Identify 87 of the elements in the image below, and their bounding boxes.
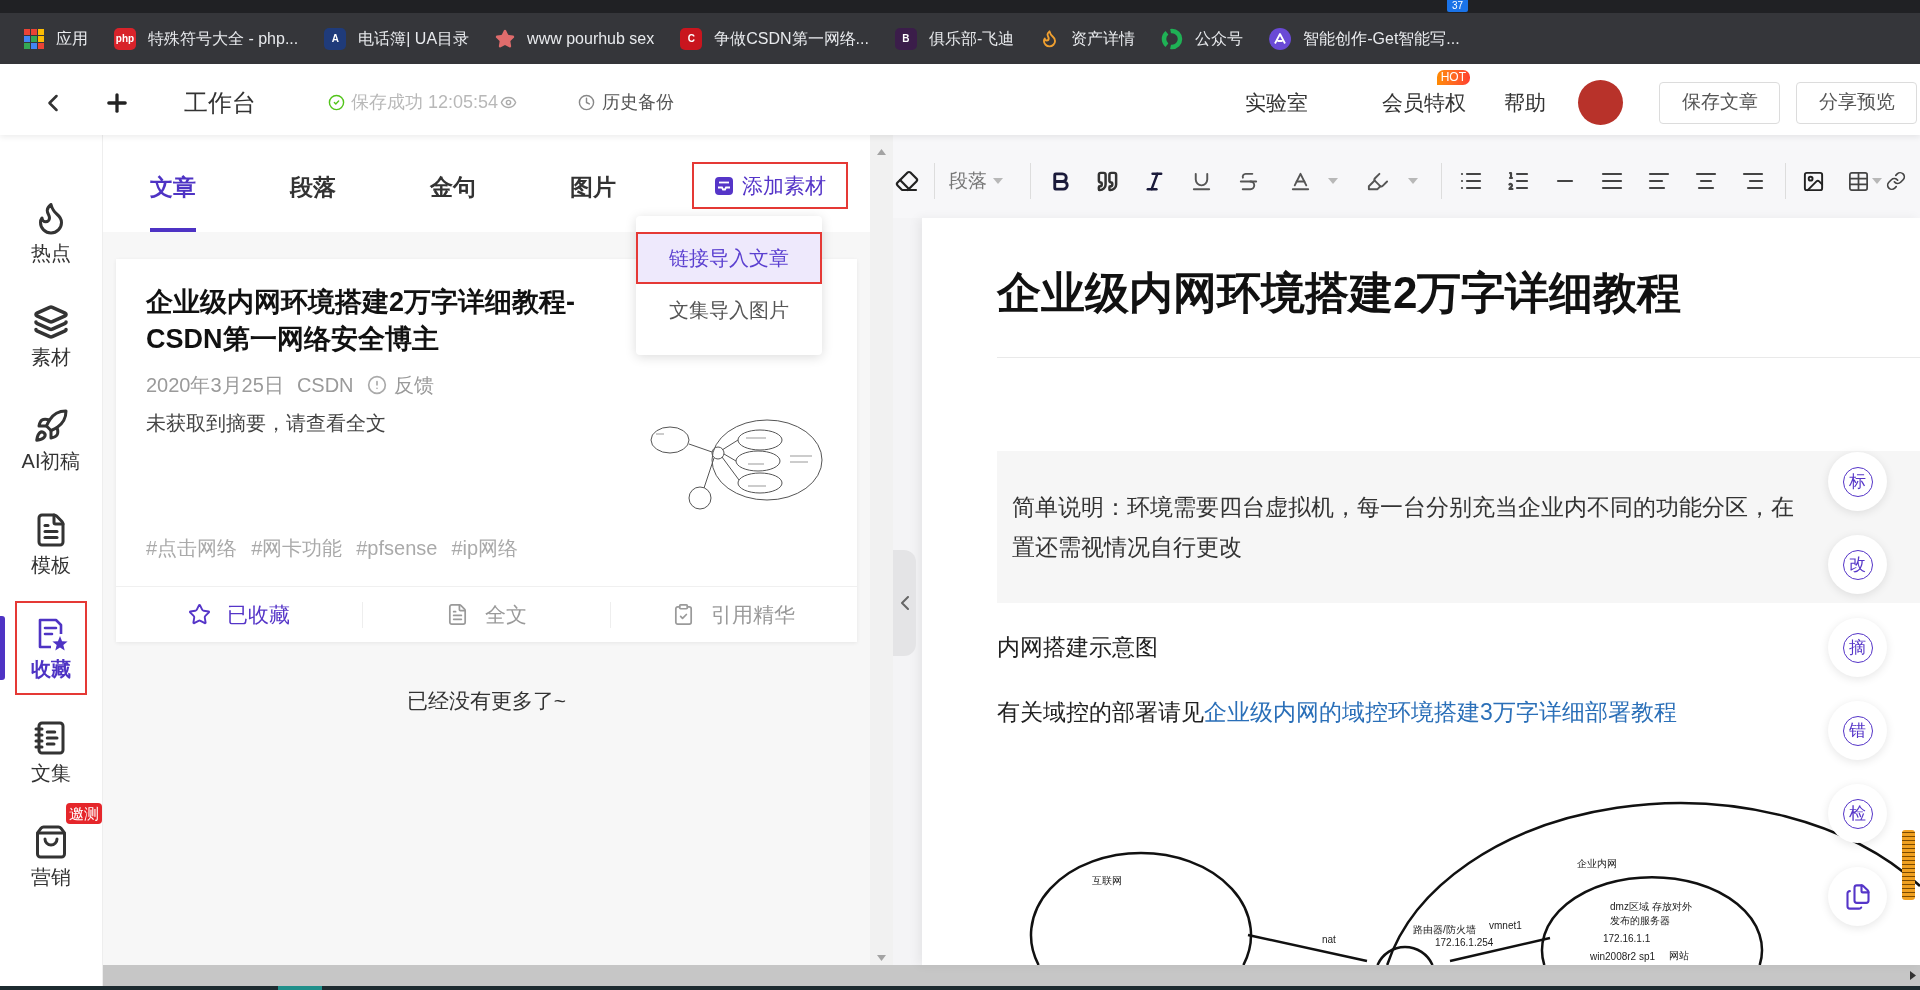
tab-count-badge: 37 <box>1447 0 1469 12</box>
site-logo: C <box>680 27 703 50</box>
diagram-label: dmz区域 <box>1610 900 1649 912</box>
site-logo: B <box>894 27 917 50</box>
site-logo: A <box>324 27 347 50</box>
add-material-button[interactable]: 添加素材 <box>692 162 848 209</box>
bookmark-link[interactable]: 智能创作-Get智能写... <box>1269 26 1460 51</box>
image-icon[interactable] <box>1802 169 1825 193</box>
eraser-icon[interactable] <box>895 169 919 193</box>
link-icon[interactable] <box>1886 171 1906 191</box>
tab[interactable]: 段落 <box>290 135 336 232</box>
diagram-label: 网站 <box>1669 949 1689 961</box>
bookmark-link[interactable]: C 争做CSDN第一网络... <box>680 26 869 51</box>
date-text: 2020年3月25日 <box>146 373 284 398</box>
caret-icon <box>993 178 1003 184</box>
bag-icon <box>33 823 69 860</box>
star-icon <box>495 28 516 49</box>
bookmark-link[interactable]: 资产详情 <box>1040 26 1136 51</box>
collapse-handle[interactable] <box>893 550 916 656</box>
history-button[interactable]: 历史备份 <box>578 89 675 116</box>
nav-link[interactable]: 帮助 <box>1504 86 1546 119</box>
diagram-label: 发布的服务器 <box>1610 914 1670 926</box>
sidebar-item[interactable]: AI初稿 <box>15 393 87 487</box>
bookmark-link[interactable]: 公众号 <box>1161 26 1244 51</box>
block-format-dropdown[interactable]: 段落 <box>949 166 1003 196</box>
check-circle-icon <box>328 94 345 111</box>
selection-indicator <box>0 616 5 680</box>
diagram-label: vmnet1 <box>1489 919 1522 931</box>
note-text: 简单说明：环境需要四台虚拟机，每一台分别充当企业内不同的功能分区，在 置还需视情况自行更改 <box>1012 493 1794 562</box>
diagram-label: 存放对外 <box>1652 900 1692 912</box>
site-logo: php <box>114 27 136 50</box>
avatar[interactable] <box>1578 80 1623 125</box>
bookmark-link[interactable]: A 电话簿| UA目录 <box>324 26 470 51</box>
summary-text: 未获取到摘要，请查看全文 <box>146 411 386 436</box>
nav-link[interactable]: 会员特权 <box>1382 86 1466 119</box>
header-button[interactable]: 分享预览 <box>1796 81 1917 124</box>
invite-badge: 邀测 <box>66 803 102 824</box>
diagram-label: nat <box>1322 933 1336 945</box>
card-title: 企业级内网环境搭建2万字详细教程- CSDN第一网络安全博主 <box>146 286 575 356</box>
peak-logo-icon <box>1269 27 1292 50</box>
scroll-right-icon[interactable] <box>1910 971 1916 980</box>
star-icon <box>188 603 212 626</box>
tab[interactable]: 图片 <box>570 135 616 232</box>
diagram-label: 172.16.1.254 <box>1435 936 1494 948</box>
tab[interactable]: 金句 <box>430 135 476 232</box>
tray-icon <box>714 175 734 196</box>
diagram-label: 路由器/防火墙 <box>1413 923 1476 935</box>
save-status: 保存成功 12:05:54 <box>351 91 499 114</box>
nav-link[interactable]: 实验室 <box>1245 86 1308 119</box>
table-icon[interactable] <box>1847 169 1870 193</box>
chevron-left-icon <box>900 596 909 610</box>
menu-item[interactable]: 链接导入文章 <box>636 232 822 284</box>
diagram-label: 企业内网 <box>1577 857 1617 869</box>
menu-item[interactable]: 文集导入图片 <box>636 284 822 336</box>
rocket-icon <box>33 407 69 444</box>
scroll-thumb[interactable] <box>1902 830 1915 900</box>
numbered-list-icon[interactable] <box>1505 169 1530 193</box>
document-title: 企业级内网环境搭建2万字详细教程 <box>997 267 1682 319</box>
sidebar-item[interactable]: 收藏 <box>15 601 87 695</box>
bookmark-link[interactable]: php 特殊符号大全 - php... <box>114 26 299 51</box>
sidebar-item[interactable]: 素材 <box>15 289 87 383</box>
card-action-button[interactable]: 已收藏 <box>188 598 291 631</box>
source-text: CSDN <box>296 373 354 398</box>
bookmark-link[interactable]: www pourhub sex <box>495 26 655 51</box>
ring-logo-icon <box>1161 27 1184 50</box>
workspace-title: 工作台 <box>184 87 256 118</box>
caption-text: 内网搭建示意图 <box>997 633 1158 662</box>
document-icon <box>446 603 469 626</box>
link[interactable]: 企业级内网的域控环境搭建3万字详细部署教程 <box>1204 699 1677 725</box>
bookmark-link[interactable]: 应用 <box>24 26 88 51</box>
paragraph: 有关域控的部署请见企业级内网的域控环境搭建3万字详细部署教程 <box>997 698 1677 727</box>
documents-icon <box>1843 882 1872 911</box>
sidebar-item[interactable]: 文集 <box>15 705 87 799</box>
sidebar-item[interactable]: 模板 <box>15 497 87 591</box>
sidebar-item[interactable]: 热点 <box>15 185 87 279</box>
info-icon <box>366 375 387 395</box>
hot-badge: HOT <box>1436 69 1470 85</box>
quote-icon[interactable] <box>1096 169 1119 193</box>
clock-icon <box>578 94 596 111</box>
diagram-label: win2008r2 sp1 <box>1590 950 1656 962</box>
diagram-label: 互联网 <box>1092 874 1122 886</box>
bookmark-link[interactable]: B 俱乐部-飞迪 <box>894 26 1015 51</box>
apps-grid-icon <box>24 28 44 49</box>
header-button[interactable]: 保存文章 <box>1659 81 1780 124</box>
diagram-label: 172.16.1.1 <box>1603 932 1651 944</box>
layers-icon <box>33 303 69 340</box>
end-of-list-text: 已经没有更多了~ <box>406 688 567 714</box>
